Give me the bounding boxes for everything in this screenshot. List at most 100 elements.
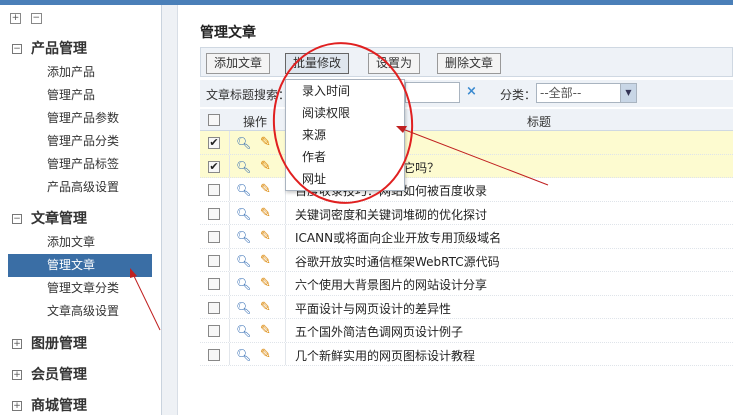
sidebar-item-add-article[interactable]: 添加文章 [0, 231, 161, 254]
row-checkbox[interactable] [208, 231, 220, 243]
group-header-products[interactable]: − 产品管理 [0, 37, 161, 61]
sidebar-item-article-categories[interactable]: 管理文章分类 [0, 277, 161, 300]
add-article-button[interactable]: 添加文章 [206, 53, 271, 74]
article-title[interactable]: 关键词密度和关键词堆砌的优化探讨 [295, 206, 487, 223]
select-all-checkbox[interactable] [208, 114, 220, 126]
pencil-icon[interactable]: ✎ [260, 229, 271, 244]
menu-item-entry-time[interactable]: 录入时间 [286, 80, 404, 102]
group-shop: + 商城管理 [0, 394, 161, 418]
article-title[interactable]: 平面设计与网页设计的差异性 [295, 300, 451, 317]
table-row[interactable]: 🔍︎ ✎ 平面设计与网页设计的差异性 [200, 295, 733, 319]
table-body: ✔🔍︎✎✔🔍︎✎的Tag标签吗 能用好它吗？🔍︎✎百度收录技巧：网站如何被百度收… [200, 131, 733, 366]
sidebar-item-product-categories[interactable]: 管理产品分类 [0, 130, 161, 153]
table-row[interactable]: 🔍︎ ✎ 谷歌开放实时通信框架WebRTC源代码 [200, 248, 733, 272]
article-title[interactable]: 谷歌开放实时通信框架WebRTC源代码 [295, 253, 500, 270]
main-content: 管理文章 添加文章 批量修改 设置为 删除文章 文章标题搜索： × 分类： --… [180, 5, 733, 415]
pencil-icon[interactable]: ✎ [260, 276, 271, 291]
table-row[interactable]: 🔍︎ ✎ 几个新鲜实用的网页图标设计教程 [200, 342, 733, 366]
column-divider [285, 342, 286, 365]
search-bar: 文章标题搜索： × 分类： --全部-- ▼ [200, 80, 733, 107]
category-select[interactable]: --全部-- ▼ [536, 83, 637, 103]
pencil-icon[interactable]: ✎ [260, 182, 271, 197]
group-header-shop[interactable]: + 商城管理 [0, 394, 161, 418]
column-divider [285, 248, 286, 271]
menu-item-author[interactable]: 作者 [286, 146, 404, 168]
row-checkbox[interactable] [208, 254, 220, 267]
pencil-icon[interactable]: ✎ [260, 159, 271, 174]
column-divider [229, 295, 230, 318]
magnifier-icon[interactable]: 🔍︎ [236, 183, 251, 197]
magnifier-icon[interactable]: 🔍︎ [236, 136, 251, 150]
pencil-icon[interactable]: ✎ [260, 347, 271, 362]
magnifier-icon[interactable]: 🔍︎ [236, 277, 251, 291]
magnifier-icon[interactable]: 🔍︎ [236, 207, 251, 221]
column-divider [285, 225, 286, 248]
sidebar-item-add-product[interactable]: 添加产品 [0, 61, 161, 84]
collapse-icon[interactable]: − [12, 214, 22, 224]
magnifier-icon[interactable]: 🔍︎ [236, 348, 251, 362]
table-row[interactable]: 🔍︎ ✎ 关键词密度和关键词堆砌的优化探讨 [200, 201, 733, 225]
table-row[interactable]: 🔍︎ ✎ ICANN或将面向企业开放专用顶级域名 [200, 225, 733, 249]
sidebar-item-product-params[interactable]: 管理产品参数 [0, 107, 161, 130]
magnifier-icon[interactable]: 🔍︎ [236, 254, 251, 268]
row-checkbox[interactable] [208, 184, 220, 196]
sidebar-item-product-settings[interactable]: 产品高级设置 [0, 176, 161, 199]
batch-edit-button[interactable]: 批量修改 [285, 53, 350, 74]
sidebar-item-article-settings[interactable]: 文章高级设置 [0, 300, 161, 323]
magnifier-icon[interactable]: 🔍︎ [236, 230, 251, 244]
table-row[interactable]: 🔍︎ ✎ 百度收录技巧：网站如何被百度收录 [200, 178, 733, 202]
group-gallery: + 图册管理 [0, 332, 161, 356]
row-checkbox[interactable] [208, 278, 220, 290]
group-label: 图册管理 [31, 336, 87, 352]
search-input[interactable] [405, 82, 460, 103]
expand-icon[interactable]: + [12, 370, 22, 380]
set-as-button[interactable]: 设置为 [368, 53, 421, 74]
row-checkbox[interactable]: ✔ [208, 137, 220, 149]
article-table: 操作 标题 ✔🔍︎✎✔🔍︎✎的Tag标签吗 能用好它吗？🔍︎✎百度收录技巧：网站… [200, 109, 733, 366]
group-label: 产品管理 [31, 41, 87, 57]
group-header-members[interactable]: + 会员管理 [0, 363, 161, 387]
sidebar-item-product-tags[interactable]: 管理产品标签 [0, 153, 161, 176]
article-title[interactable]: 五个国外简洁色调网页设计例子 [295, 323, 463, 340]
expand-icon[interactable]: + [12, 339, 22, 349]
expand-all-icon[interactable]: + [10, 13, 21, 24]
chevron-down-icon[interactable]: ▼ [620, 84, 636, 102]
column-divider [229, 178, 230, 201]
search-label: 文章标题搜索： [206, 88, 291, 102]
collapse-icon[interactable]: − [12, 44, 22, 54]
sidebar-item-manage-products[interactable]: 管理产品 [0, 84, 161, 107]
collapse-all-icon[interactable]: − [30, 13, 42, 24]
expand-icon[interactable]: + [12, 401, 22, 411]
menu-item-source[interactable]: 来源 [286, 124, 404, 146]
group-header-gallery[interactable]: + 图册管理 [0, 332, 161, 356]
article-title[interactable]: 六个使用大背景图片的网站设计分享 [295, 276, 487, 293]
page-title: 管理文章 [200, 25, 256, 41]
magnifier-icon[interactable]: 🔍︎ [236, 160, 251, 174]
pencil-icon[interactable]: ✎ [260, 253, 271, 268]
article-title[interactable]: 几个新鲜实用的网页图标设计教程 [295, 347, 475, 364]
table-row[interactable]: 🔍︎ ✎ 五个国外简洁色调网页设计例子 [200, 319, 733, 343]
table-row[interactable]: ✔ 🔍︎ ✎ [200, 131, 733, 155]
pencil-icon[interactable]: ✎ [260, 323, 271, 338]
row-checkbox[interactable] [208, 301, 220, 314]
article-title[interactable]: ICANN或将面向企业开放专用顶级域名 [295, 229, 501, 246]
sidebar-scroll-strip[interactable] [162, 5, 178, 415]
menu-item-read-permission[interactable]: 阅读权限 [286, 102, 404, 124]
pencil-icon[interactable]: ✎ [260, 135, 271, 150]
row-checkbox[interactable] [208, 325, 220, 337]
column-divider [229, 201, 230, 224]
magnifier-icon[interactable]: 🔍︎ [236, 324, 251, 338]
table-row[interactable]: ✔🔍︎✎的Tag标签吗 能用好它吗？ [200, 154, 733, 178]
row-checkbox[interactable]: ✔ [208, 160, 220, 173]
row-checkbox[interactable] [208, 207, 220, 220]
group-header-articles[interactable]: − 文章管理 [0, 207, 161, 231]
table-row[interactable]: 🔍︎ ✎ 六个使用大背景图片的网站设计分享 [200, 272, 733, 296]
delete-article-button[interactable]: 删除文章 [437, 53, 502, 74]
sidebar-item-manage-articles[interactable]: 管理文章 [8, 254, 152, 277]
clear-icon[interactable]: × [466, 84, 477, 99]
menu-item-url[interactable]: 网址 [286, 168, 404, 190]
magnifier-icon[interactable]: 🔍︎ [236, 301, 251, 315]
row-checkbox[interactable] [208, 348, 220, 361]
pencil-icon[interactable]: ✎ [260, 206, 271, 221]
pencil-icon[interactable]: ✎ [260, 300, 271, 315]
